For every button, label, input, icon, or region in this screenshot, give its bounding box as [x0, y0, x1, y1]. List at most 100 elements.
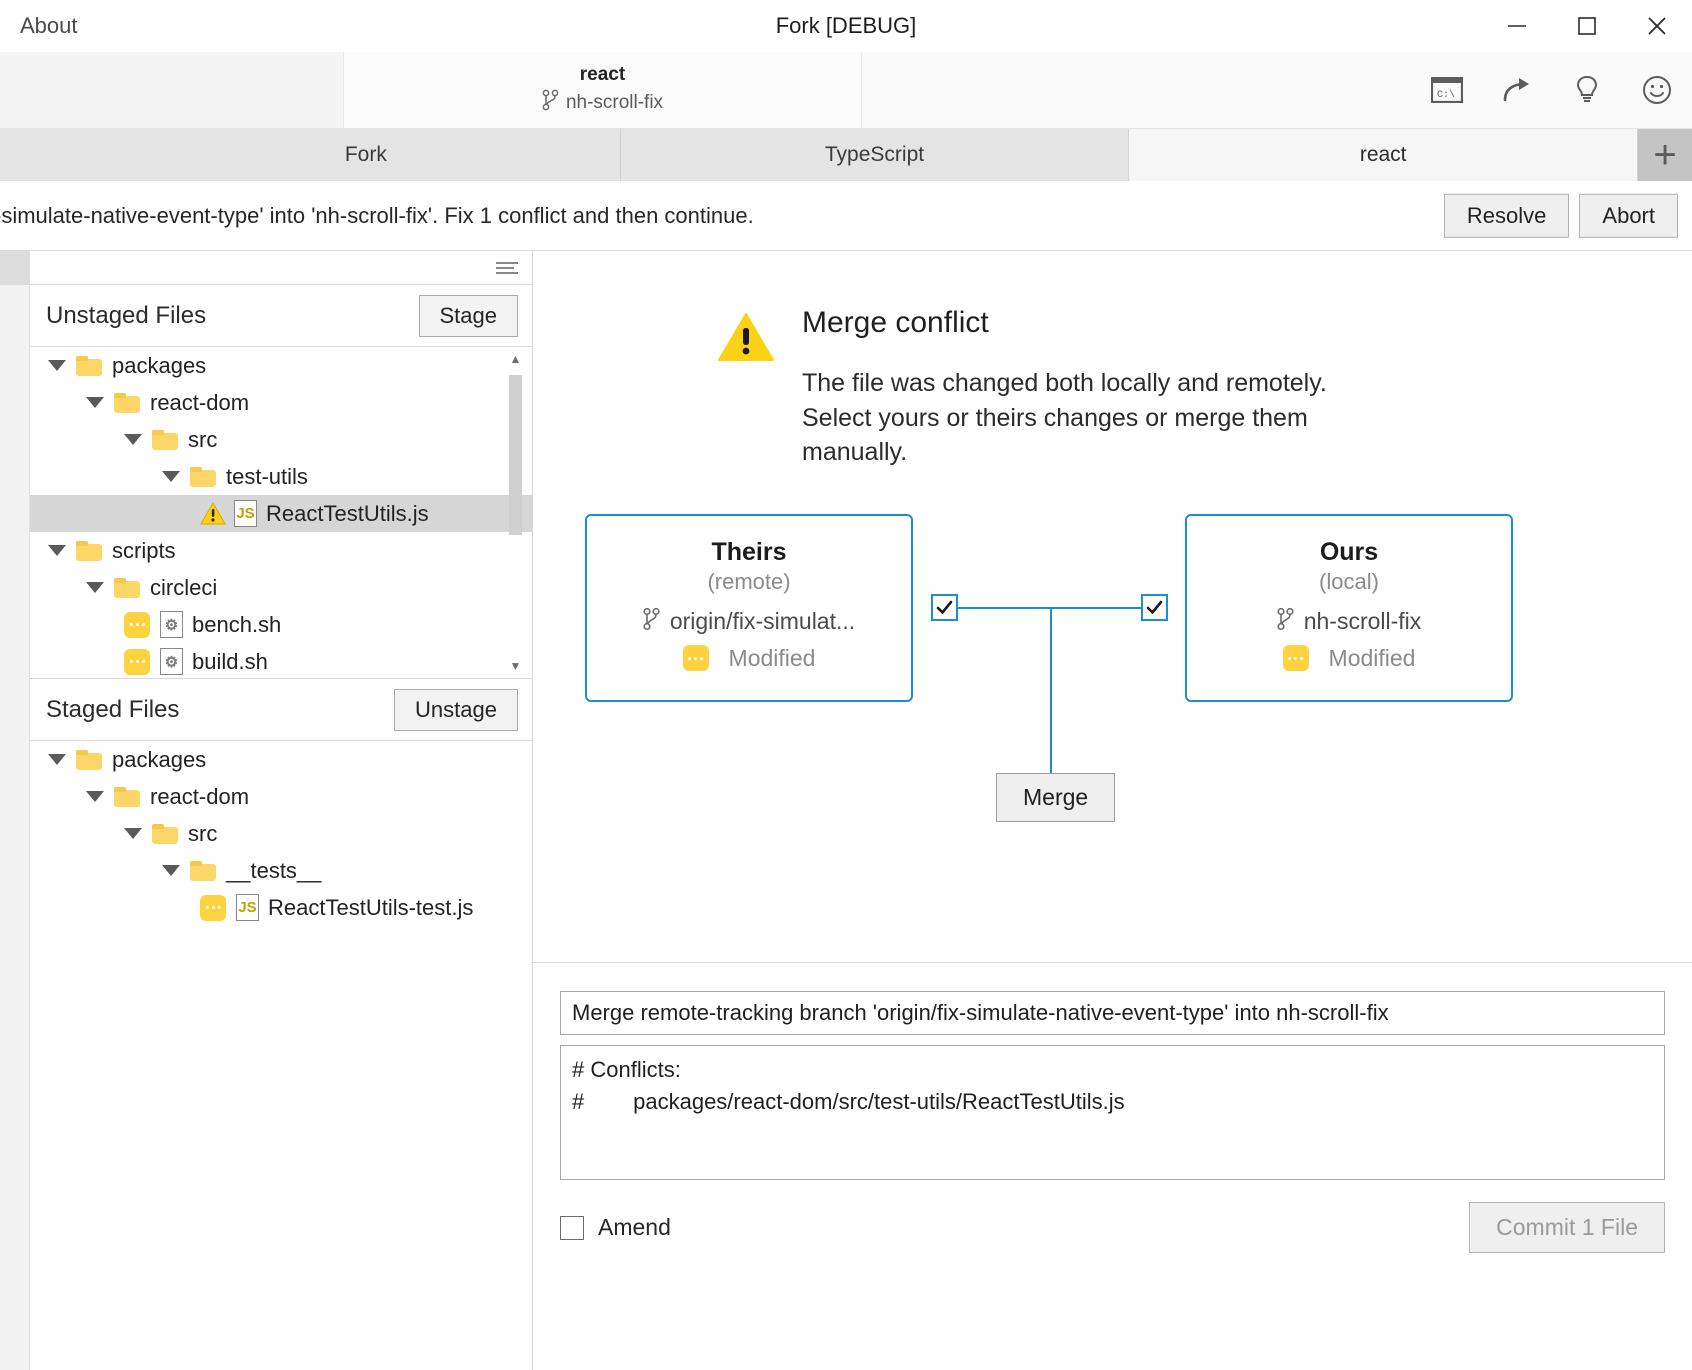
tab-react[interactable]: react — [1129, 129, 1638, 181]
add-tab-button[interactable]: + — [1638, 129, 1692, 181]
window-controls — [1482, 0, 1692, 52]
tree-row-label: bench.sh — [192, 612, 281, 638]
tree-folder-row[interactable]: react-dom — [30, 778, 532, 815]
commit-button[interactable]: Commit 1 File — [1469, 1202, 1665, 1253]
tree-row-label: ReactTestUtils-test.js — [268, 895, 473, 921]
folder-icon — [76, 750, 102, 770]
tree-folder-row[interactable]: src — [30, 815, 532, 852]
terminal-icon[interactable]: C:\ — [1430, 73, 1464, 107]
tree-row-label: src — [188, 821, 217, 847]
tree-file-row[interactable]: ⚙build.sh — [30, 643, 532, 679]
repo-bar-left-spacer — [0, 52, 344, 128]
graph-vertical-connector — [1050, 607, 1052, 773]
expand-caret-icon[interactable] — [162, 471, 180, 482]
tab-strip: Fork TypeScript react + — [0, 129, 1692, 181]
tree-row-label: react-dom — [150, 390, 249, 416]
tree-file-row[interactable]: ⚙bench.sh — [30, 606, 532, 643]
expand-caret-icon[interactable] — [86, 397, 104, 408]
commit-description-input[interactable]: # Conflicts: # packages/react-dom/src/te… — [560, 1045, 1665, 1180]
scroll-down-icon[interactable]: ▼ — [509, 660, 522, 672]
merge-button[interactable]: Merge — [996, 773, 1115, 822]
folder-icon — [190, 861, 216, 881]
tree-folder-row[interactable]: src — [30, 421, 532, 458]
theirs-card[interactable]: Theirs (remote) origin/fix — [585, 514, 913, 702]
resolve-button[interactable]: Resolve — [1444, 193, 1569, 237]
folder-icon — [114, 578, 140, 598]
folder-icon — [114, 393, 140, 413]
expand-caret-icon[interactable] — [48, 360, 66, 371]
maximize-icon[interactable] — [1552, 0, 1622, 52]
repo-tools: C:\ — [1430, 73, 1674, 107]
git-branch-icon — [1277, 607, 1294, 637]
staged-files-title: Staged Files — [46, 696, 394, 724]
close-icon[interactable] — [1622, 0, 1692, 52]
main-body: Unstaged Files Stage ▲ ▼ packagesreact-d… — [0, 251, 1692, 1370]
theirs-title: Theirs — [711, 538, 786, 567]
tree-folder-row[interactable]: packages — [30, 347, 532, 384]
ours-checkbox[interactable] — [1141, 594, 1168, 621]
sidebar-toolbar — [30, 251, 532, 285]
tab-label: Fork — [345, 143, 387, 167]
folder-icon — [190, 467, 216, 487]
amend-checkbox[interactable]: Amend — [560, 1214, 671, 1241]
merge-graph: Theirs (remote) origin/fix — [533, 508, 1692, 848]
unstaged-scrollbar[interactable]: ▲ ▼ — [509, 353, 522, 672]
expand-caret-icon[interactable] — [162, 865, 180, 876]
tab-fork[interactable]: Fork — [112, 129, 621, 181]
unstage-button[interactable]: Unstage — [394, 689, 518, 731]
tree-file-row[interactable]: JSReactTestUtils.js — [30, 495, 532, 532]
scroll-up-icon[interactable]: ▲ — [509, 353, 522, 365]
javascript-file-icon: JS — [234, 500, 257, 527]
tree-folder-row[interactable]: scripts — [30, 532, 532, 569]
modified-icon — [683, 645, 709, 671]
ours-card[interactable]: Ours (local) nh-scroll-fix — [1185, 514, 1513, 702]
ours-status-label: Modified — [1329, 645, 1416, 672]
active-repository[interactable]: react nh-scroll-fix — [344, 52, 862, 128]
smiley-icon[interactable] — [1640, 73, 1674, 107]
shell-file-icon: ⚙ — [160, 648, 183, 675]
staged-files-header: Staged Files Unstage — [30, 679, 532, 741]
expand-caret-icon[interactable] — [124, 434, 142, 445]
tree-row-label: packages — [112, 747, 206, 773]
modified-icon — [200, 895, 226, 921]
expand-caret-icon[interactable] — [86, 582, 104, 593]
abort-button[interactable]: Abort — [1579, 193, 1678, 237]
unstaged-files-tree[interactable]: ▲ ▼ packages react-dom srctest-utilsJSReac… — [30, 347, 532, 679]
expand-caret-icon[interactable] — [48, 545, 66, 556]
git-branch-icon — [643, 607, 660, 637]
share-arrow-icon[interactable] — [1500, 73, 1534, 107]
commit-subject-input[interactable]: Merge remote-tracking branch 'origin/fix… — [560, 991, 1665, 1035]
tree-row-label: react-dom — [150, 784, 249, 810]
modified-icon — [124, 649, 150, 675]
scroll-thumb[interactable] — [509, 375, 522, 535]
tree-row-label: scripts — [112, 538, 176, 564]
theirs-checkbox[interactable] — [931, 594, 958, 621]
warning-triangle-icon — [718, 312, 774, 362]
theirs-status-label: Modified — [729, 645, 816, 672]
list-options-icon[interactable] — [496, 262, 518, 274]
tree-folder-row[interactable]: react-dom — [30, 384, 532, 421]
merge-conflict-description: The file was changed both locally and re… — [802, 366, 1382, 470]
sidebar-rail — [0, 251, 30, 1370]
conflict-warning-icon — [200, 502, 226, 526]
merge-conflict-area: Merge conflict The file was changed both… — [533, 251, 1692, 963]
tree-folder-row[interactable]: circleci — [30, 569, 532, 606]
staged-files-tree[interactable]: packages react-dom src __tests__JSReactTest… — [30, 741, 532, 1370]
theirs-branch: origin/fix-simulat... — [643, 607, 855, 637]
expand-caret-icon[interactable] — [124, 828, 142, 839]
tab-typescript[interactable]: TypeScript — [621, 129, 1130, 181]
tree-folder-row[interactable]: __tests__ — [30, 852, 532, 889]
lightbulb-icon[interactable] — [1570, 73, 1604, 107]
title-bar: About Fork [DEBUG] — [0, 0, 1692, 52]
amend-checkbox-box[interactable] — [560, 1216, 584, 1240]
folder-icon — [76, 356, 102, 376]
expand-caret-icon[interactable] — [86, 791, 104, 802]
tree-file-row[interactable]: JSReactTestUtils-test.js — [30, 889, 532, 926]
tree-folder-row[interactable]: packages — [30, 741, 532, 778]
svg-text:C:\: C:\ — [1437, 89, 1455, 101]
tree-folder-row[interactable]: test-utils — [30, 458, 532, 495]
stage-button[interactable]: Stage — [419, 295, 519, 337]
expand-caret-icon[interactable] — [48, 754, 66, 765]
merge-notice-bar: -simulate-native-event-type' into 'nh-sc… — [0, 181, 1692, 251]
minimize-icon[interactable] — [1482, 0, 1552, 52]
